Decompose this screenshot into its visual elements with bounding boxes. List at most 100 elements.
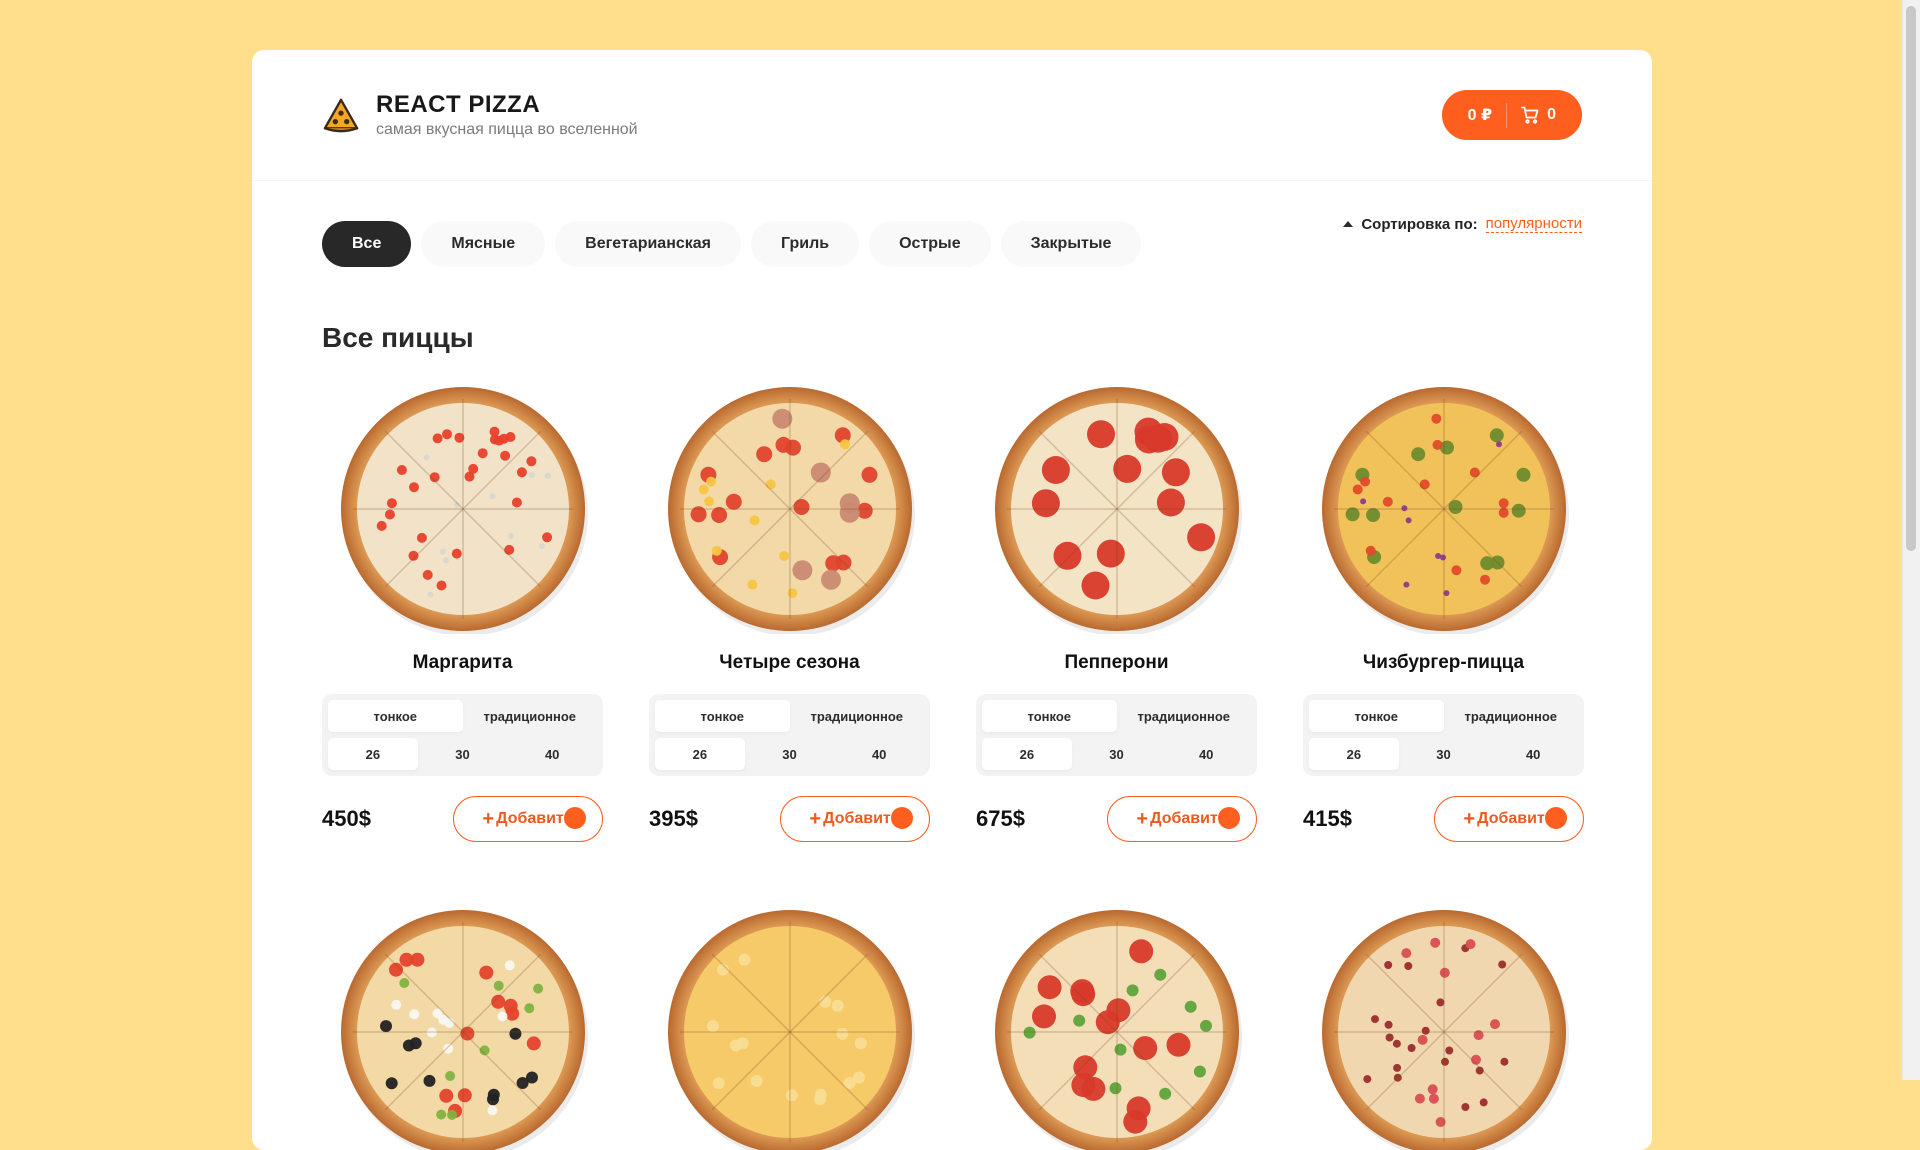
dough-selector: тонкое традиционное (328, 700, 597, 732)
add-to-cart-button[interactable]: + Добавить (1107, 796, 1257, 842)
pizza-image[interactable] (665, 907, 915, 1150)
dough-selector: тонкое традиционное (655, 700, 924, 732)
pizza-image[interactable] (338, 907, 588, 1150)
pizza-image[interactable] (992, 907, 1242, 1150)
site-title: REACT PIZZA (376, 91, 541, 118)
cart-count: 0 (1547, 106, 1556, 123)
pizza-title: Пепперони (1064, 652, 1169, 673)
pizza-image[interactable] (992, 384, 1242, 636)
dough-option[interactable]: тонкое (655, 700, 790, 732)
category-0[interactable]: Все (322, 221, 412, 267)
plus-icon: + (1463, 808, 1476, 830)
sort-value[interactable]: популярности (1485, 215, 1582, 233)
size-option[interactable]: 26 (655, 738, 745, 770)
pizza-price: 675$ (976, 806, 1025, 831)
pizza-card: Чизбургер-пицца тонкое традиционное 26 30 4… (1303, 384, 1584, 842)
pizza-logo-icon (323, 98, 359, 133)
page-scrollbar[interactable] (1902, 0, 1920, 1080)
category-5[interactable]: Закрытые (1000, 221, 1142, 267)
pizza-title: Чизбургер-пицца (1362, 652, 1525, 673)
pizza-price: 415$ (1303, 806, 1352, 831)
pizza-bottom: 415$ + Добавить (1303, 796, 1584, 842)
pizza-card: Четыре сезона тонкое традиционное 26 30 40 … (649, 384, 930, 842)
category-4[interactable]: Острые (869, 221, 991, 267)
dough-option[interactable]: тонкое (1309, 700, 1444, 732)
pizza-title: Маргарита (412, 652, 513, 673)
pizza-image[interactable] (665, 384, 915, 636)
category-2[interactable]: Вегетарианская (555, 221, 742, 267)
scrollbar-thumb[interactable] (1906, 6, 1916, 551)
add-to-cart-button[interactable]: + Добавить (453, 796, 603, 842)
add-to-cart-button[interactable]: + Добавить (1434, 796, 1584, 842)
size-option[interactable]: 40 (1161, 738, 1251, 770)
plus-icon: + (1136, 808, 1149, 830)
site-subtitle: самая вкусная пицца во вселенной (376, 121, 638, 138)
dough-selector: тонкое традиционное (1309, 700, 1578, 732)
dough-selector: тонкое традиционное (982, 700, 1251, 732)
add-button-label: Добавить (1150, 810, 1228, 827)
pizza-card (649, 907, 930, 1150)
add-count-badge (1218, 807, 1240, 829)
size-selector: 26 30 40 (655, 738, 924, 770)
pizza-options: тонкое традиционное 26 30 40 (649, 694, 930, 776)
dough-option[interactable]: тонкое (328, 700, 463, 732)
pizza-image[interactable] (1319, 907, 1569, 1150)
pizza-bottom: 395$ + Добавить (649, 796, 930, 842)
pizza-options: тонкое традиционное 26 30 40 (976, 694, 1257, 776)
size-option[interactable]: 40 (834, 738, 924, 770)
plus-icon: + (809, 808, 822, 830)
size-selector: 26 30 40 (1309, 738, 1578, 770)
add-count-badge (564, 807, 586, 829)
size-selector: 26 30 40 (982, 738, 1251, 770)
category-1[interactable]: Мясные (421, 221, 546, 267)
dough-option[interactable]: традиционное (463, 700, 598, 732)
header: REACT PIZZA самая вкусная пицца во вселе… (252, 50, 1652, 181)
add-to-cart-button[interactable]: + Добавить (780, 796, 930, 842)
section-title: Все пиццы (322, 322, 474, 353)
dough-option[interactable]: традиционное (1444, 700, 1579, 732)
pizza-card (1303, 907, 1584, 1150)
size-option[interactable]: 30 (1072, 738, 1162, 770)
cart-icon (1521, 106, 1539, 124)
dough-option[interactable]: традиционное (790, 700, 925, 732)
pizza-card: Пепперони тонкое традиционное 26 30 40 675$… (976, 384, 1257, 842)
add-count-badge (1545, 807, 1567, 829)
size-option[interactable]: 26 (982, 738, 1072, 770)
cart-button[interactable]: 0 ₽ 0 (1441, 90, 1582, 140)
sort-arrow-icon[interactable] (1343, 221, 1354, 227)
pizza-price: 450$ (322, 806, 371, 831)
dough-option[interactable]: тонкое (982, 700, 1117, 732)
size-option[interactable]: 26 (1309, 738, 1399, 770)
pizza-price: 395$ (649, 806, 698, 831)
size-option[interactable]: 30 (1399, 738, 1489, 770)
pizza-grid: Маргарита тонкое традиционное 26 30 40 450$… (322, 384, 1584, 1150)
size-selector: 26 30 40 (328, 738, 597, 770)
pizza-card: Маргарита тонкое традиционное 26 30 40 450$… (322, 384, 603, 842)
size-option[interactable]: 40 (1488, 738, 1578, 770)
pizza-card (322, 907, 603, 1150)
size-option[interactable]: 40 (507, 738, 597, 770)
pizza-image[interactable] (1319, 384, 1569, 636)
logo[interactable]: REACT PIZZA самая вкусная пицца во вселе… (322, 91, 638, 139)
cart-total: 0 ₽ (1467, 107, 1493, 124)
size-option[interactable]: 30 (418, 738, 508, 770)
add-button-label: Добавить (1477, 810, 1555, 827)
plus-icon: + (482, 808, 495, 830)
category-3[interactable]: Гриль (751, 221, 860, 267)
add-button-label: Добавить (823, 810, 901, 827)
sort: Сортировка по: популярности (1343, 215, 1582, 233)
pizza-image[interactable] (338, 384, 588, 636)
pizza-card (976, 907, 1257, 1150)
app-wrapper: REACT PIZZA самая вкусная пицца во вселе… (252, 50, 1652, 1150)
cart-divider (1506, 102, 1508, 128)
add-button-label: Добавить (496, 810, 574, 827)
sort-label: Сортировка по: (1361, 215, 1478, 233)
add-count-badge (891, 807, 913, 829)
main-content: Все Мясные Вегетарианская Гриль Острые Закрыт… (252, 181, 1652, 1150)
pizza-bottom: 675$ + Добавить (976, 796, 1257, 842)
pizza-title: Четыре сезона (719, 652, 860, 673)
filters-bar: Все Мясные Вегетарианская Гриль Острые Закрыт… (322, 215, 1582, 267)
size-option[interactable]: 30 (745, 738, 835, 770)
size-option[interactable]: 26 (328, 738, 418, 770)
dough-option[interactable]: традиционное (1117, 700, 1252, 732)
